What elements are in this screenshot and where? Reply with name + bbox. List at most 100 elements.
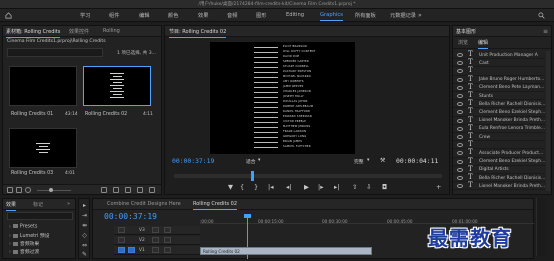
playhead-marker[interactable]: [251, 171, 254, 181]
track-target-v1[interactable]: [128, 247, 135, 253]
workspace-effects[interactable]: 效果: [198, 12, 208, 19]
tab-browse[interactable]: 浏览: [458, 39, 468, 46]
eye-icon[interactable]: [457, 167, 463, 172]
selection-tool-icon[interactable]: ▸: [81, 202, 88, 209]
quality-dropdown[interactable]: 完整: [354, 158, 364, 165]
fit-dropdown[interactable]: 适合: [246, 158, 256, 165]
freeform-view-icon[interactable]: [25, 187, 31, 193]
clip-thumbnail-2[interactable]: [83, 66, 151, 106]
eye-icon[interactable]: [457, 94, 463, 98]
workspace-learn[interactable]: 学习: [80, 12, 90, 19]
razor-tool-icon[interactable]: ◇: [81, 232, 88, 239]
home-icon[interactable]: [5, 12, 12, 19]
eye-icon-v3[interactable]: [164, 227, 171, 233]
eye-icon[interactable]: [457, 159, 463, 164]
workspace-color[interactable]: 颜色: [168, 12, 178, 19]
pen-tool-icon[interactable]: ✎: [81, 251, 88, 258]
graphics-layer-row[interactable]: T: [453, 140, 545, 150]
more-workspaces-icon[interactable]: »: [418, 12, 422, 19]
eye-icon[interactable]: [457, 184, 463, 189]
graphics-layer-row[interactable]: T Crew: [453, 132, 545, 142]
graphics-layer-row[interactable]: T Cast: [453, 58, 545, 68]
playhead-scrubber[interactable]: [174, 171, 442, 181]
new-bin-icon[interactable]: [113, 187, 119, 193]
eye-icon-v2[interactable]: [164, 237, 171, 243]
workspace-all-panels[interactable]: 所有面板: [355, 12, 376, 19]
eye-icon[interactable]: [457, 143, 463, 148]
trash-icon[interactable]: [149, 187, 155, 193]
bin-search-input[interactable]: [7, 48, 103, 57]
thumbnail-size-slider[interactable]: [37, 188, 71, 192]
step-back-icon[interactable]: ◂|: [286, 183, 291, 191]
go-to-in-icon[interactable]: |◂: [268, 183, 273, 191]
extract-icon[interactable]: ⇩: [366, 183, 371, 191]
source-patch-v1[interactable]: [118, 247, 125, 253]
video-preview[interactable]: ELIOT BRANSON WILL DUFFY CONTENT DAVID DOE…: [210, 42, 355, 154]
mark-out-icon[interactable]: }: [254, 183, 258, 191]
graphics-layer-row[interactable]: T Digital Artists: [453, 165, 545, 174]
tab-rolling-credits-02[interactable]: Rolling Credits 02: [193, 201, 238, 210]
workspace-metadata[interactable]: 元数据记录: [390, 12, 416, 19]
graphics-layer-row[interactable]: T Unit Production Manager A: [453, 50, 545, 60]
eye-icon[interactable]: [457, 126, 463, 131]
play-icon[interactable]: ▶: [304, 183, 309, 191]
eye-icon-v1[interactable]: [164, 247, 171, 253]
tab-edit[interactable]: 编辑: [478, 39, 489, 49]
tab-effects[interactable]: 效果: [6, 201, 17, 211]
sync-lock-v2[interactable]: [152, 237, 159, 243]
lift-icon[interactable]: ⇧: [352, 183, 357, 191]
graphics-layer-row[interactable]: T Clement Beno Ezekiel Steph...: [453, 107, 545, 117]
playhead-handle[interactable]: [244, 214, 251, 218]
eye-icon[interactable]: [457, 118, 463, 123]
sync-lock-v1[interactable]: [152, 247, 159, 253]
graphics-layer-row[interactable]: T Jake Bruno Roger Humberto...: [453, 75, 545, 84]
current-timecode[interactable]: 00:00:37:19: [172, 157, 214, 165]
tab-bin[interactable]: 素材箱: Rolling Credits: [6, 28, 61, 38]
eye-icon[interactable]: [457, 85, 463, 90]
effects-folder-presets[interactable]: › Presets: [9, 224, 37, 230]
mark-in-icon[interactable]: {: [240, 183, 244, 191]
effects-search-input[interactable]: [7, 212, 73, 220]
list-view-icon[interactable]: [7, 187, 13, 193]
add-button-icon[interactable]: +: [436, 183, 441, 191]
export-frame-icon[interactable]: ◘: [382, 183, 387, 191]
graphics-layer-row[interactable]: T: [453, 66, 545, 76]
track-select-tool-icon[interactable]: ⇥: [81, 212, 88, 219]
workspace-graphics[interactable]: Graphics: [320, 12, 343, 21]
effects-folder-audio-transitions[interactable]: › 音频过渡: [9, 248, 39, 255]
eye-icon[interactable]: [457, 61, 463, 66]
eye-icon[interactable]: [457, 77, 463, 82]
tab-program[interactable]: 节目: Rolling Credits 02: [169, 28, 227, 38]
quality-chevron-icon[interactable]: ▾: [367, 158, 369, 163]
graphics-layer-row[interactable]: T Eula Renfroe Lenora Trimble...: [453, 124, 545, 133]
layer-scrollbar[interactable]: [546, 51, 550, 191]
timeline-clip[interactable]: Rolling Credits 02: [200, 247, 372, 255]
graphics-layer-row[interactable]: T Lionel Manoker Brinda Preth...: [453, 116, 545, 125]
go-to-out-icon[interactable]: ▸|: [334, 183, 339, 191]
wrench-icon[interactable]: ⚒: [380, 157, 385, 164]
icon-view-icon[interactable]: [16, 187, 22, 193]
workspace-editing[interactable]: Editing: [286, 12, 304, 18]
graphics-layer-row[interactable]: T Stunts: [453, 91, 545, 101]
workspace-audio[interactable]: 音频: [227, 12, 237, 19]
eye-icon[interactable]: [457, 176, 463, 180]
sync-lock-v3[interactable]: [152, 227, 159, 233]
graphics-layer-row[interactable]: T Bella Richer Rachell Dionisis...: [453, 173, 545, 183]
effects-folder-lumetri[interactable]: › Lumetri 预设: [9, 232, 49, 239]
graphics-layer-row[interactable]: T Clement Beno Pete Layman...: [453, 83, 545, 92]
panel-menu-icon[interactable]: ≡: [543, 28, 548, 35]
find-icon[interactable]: [137, 187, 143, 193]
search-icon[interactable]: [538, 12, 545, 19]
add-marker-icon[interactable]: ▼: [228, 183, 233, 191]
graphics-layer-row[interactable]: T Clement Beno Ezekiel Steph...: [453, 157, 545, 166]
effects-more-icon[interactable]: »: [67, 201, 70, 207]
fit-chevron-icon[interactable]: ▾: [258, 158, 260, 163]
eye-icon[interactable]: [457, 110, 463, 115]
tab-combine-credits[interactable]: Combine Credit Designs Here: [107, 201, 181, 207]
tab-effect-controls[interactable]: 效果控件: [69, 28, 89, 35]
track-lock-v3[interactable]: [118, 227, 125, 233]
ripple-edit-tool-icon[interactable]: ⇹: [81, 222, 88, 229]
new-item-icon[interactable]: [125, 187, 131, 193]
sort-icon[interactable]: [101, 187, 107, 193]
timeline-timecode[interactable]: 00:00:37:19: [104, 212, 157, 221]
